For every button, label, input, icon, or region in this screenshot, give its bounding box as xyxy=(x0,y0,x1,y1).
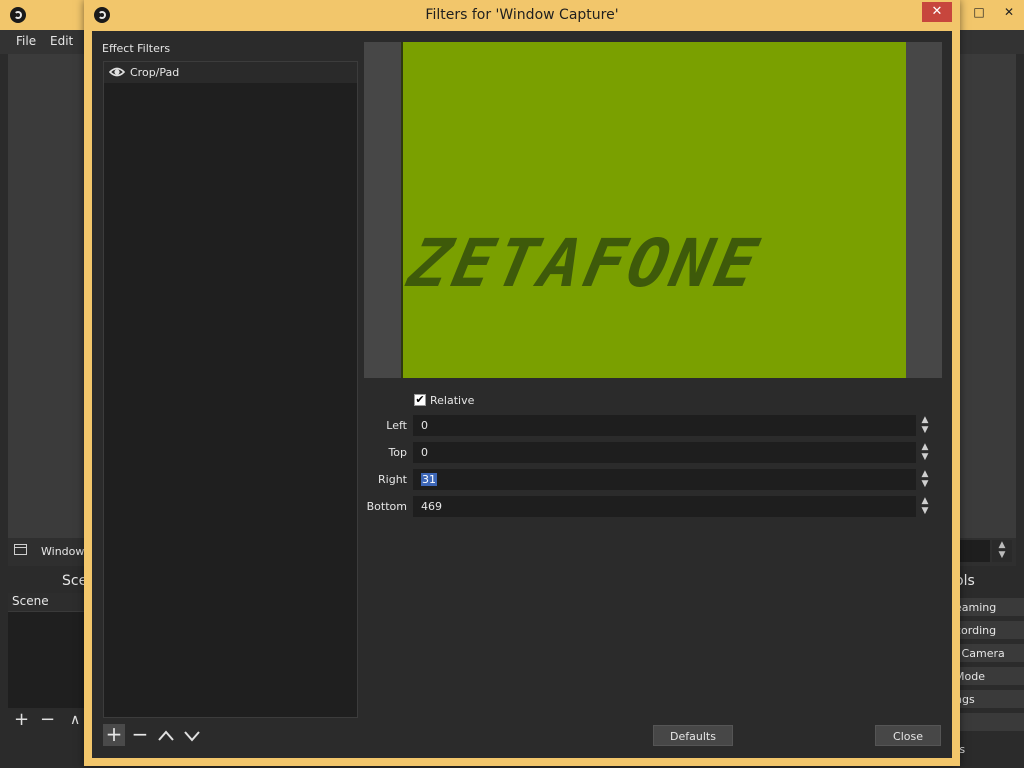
exit-button[interactable]: t xyxy=(955,712,1024,731)
close-button[interactable]: Close xyxy=(875,725,941,746)
bottom-label: Bottom xyxy=(366,500,407,513)
remove-filter-icon[interactable]: − xyxy=(131,724,149,746)
filter-item-label: Crop/Pad xyxy=(130,66,180,79)
left-spin-icon[interactable]: ▲ ▼ xyxy=(917,415,933,436)
top-input[interactable]: 0 xyxy=(413,442,916,463)
relative-label: Relative xyxy=(430,394,475,407)
relative-checkbox[interactable]: ✔ xyxy=(414,394,426,406)
maximize-icon[interactable]: □ xyxy=(966,2,992,22)
remove-scene-icon[interactable]: − xyxy=(40,711,55,729)
top-label: Top xyxy=(388,446,407,459)
dialog-close-icon[interactable]: ✕ xyxy=(922,2,952,22)
top-spin-icon[interactable]: ▲ ▼ xyxy=(917,442,933,463)
settings-button[interactable]: ngs xyxy=(955,689,1024,708)
menu-file[interactable]: File xyxy=(16,34,36,48)
close-main-icon[interactable]: ✕ xyxy=(996,2,1022,22)
spin-arrows-icon[interactable]: ▲ ▼ xyxy=(992,540,1012,562)
move-down-icon[interactable] xyxy=(183,727,201,745)
eye-icon[interactable] xyxy=(109,66,125,78)
start-streaming-button[interactable]: eaming xyxy=(955,597,1024,616)
left-label: Left xyxy=(386,419,407,432)
source-field[interactable] xyxy=(960,540,990,562)
virtual-camera-button[interactable]: l Camera xyxy=(955,643,1024,662)
start-recording-button[interactable]: cording xyxy=(955,620,1024,639)
bottom-input[interactable]: 469 xyxy=(413,496,916,517)
window-icon xyxy=(14,544,27,555)
defaults-button[interactable]: Defaults xyxy=(653,725,733,746)
dialog-title: Filters for 'Window Capture' xyxy=(425,7,619,23)
add-filter-icon[interactable]: + xyxy=(103,724,125,746)
right-spin-icon[interactable]: ▲ ▼ xyxy=(917,469,933,490)
right-input[interactable]: 31 xyxy=(413,469,916,490)
move-up-icon[interactable] xyxy=(157,727,175,745)
scene-column-label: Scene xyxy=(12,594,49,608)
bottom-spin-icon[interactable]: ▲ ▼ xyxy=(917,496,933,517)
move-up-scene-icon[interactable]: ∧ xyxy=(70,711,80,729)
add-scene-icon[interactable]: + xyxy=(14,711,29,729)
right-input-value: 31 xyxy=(421,473,437,486)
left-input[interactable]: 0 xyxy=(413,415,916,436)
preview-logo-text: ZETAFONE xyxy=(401,225,769,302)
filter-list[interactable] xyxy=(103,61,358,718)
effect-filters-label: Effect Filters xyxy=(102,42,171,55)
right-label: Right xyxy=(378,473,407,486)
preview-image xyxy=(401,42,906,378)
studio-mode-button[interactable]: Mode xyxy=(955,666,1024,685)
controls-item[interactable]: ts xyxy=(955,739,1024,758)
menu-edit[interactable]: Edit xyxy=(50,34,73,48)
obs-logo-icon xyxy=(10,7,26,23)
